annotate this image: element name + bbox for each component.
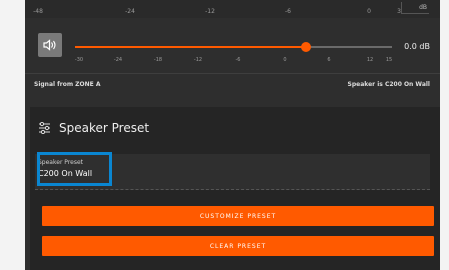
customize-preset-button[interactable]: CUSTOMIZE PRESET	[42, 206, 434, 226]
clear-preset-button[interactable]: CLEAR PRESET	[42, 236, 434, 256]
sliders-icon	[39, 122, 50, 134]
speaker-icon	[43, 39, 56, 51]
meter-tick: 0	[367, 8, 371, 15]
meter-unit: dB	[401, 2, 429, 14]
slider-tick: 12	[366, 57, 374, 63]
speaker-preset-card: Speaker Preset Speaker Preset C200 On Wa…	[30, 107, 440, 270]
meter-tick: -12	[205, 8, 215, 15]
speaker-status: Speaker is C200 On Wall	[347, 81, 430, 88]
preset-title: Speaker Preset	[59, 121, 150, 135]
meter-scale: -48 -24 -12 -6 0 3	[25, 0, 440, 18]
slider-tick: -6	[235, 57, 241, 63]
zone-panel: -48 -24 -12 -6 0 3 dB -30 -24 -18 -12 -6…	[25, 0, 440, 270]
mute-button[interactable]	[38, 33, 62, 57]
meter-tick: -48	[33, 8, 43, 15]
slider-tick: -18	[153, 57, 163, 63]
slider-tick: 15	[385, 57, 393, 63]
volume-slider[interactable]	[75, 42, 392, 52]
selection-highlight	[37, 152, 112, 186]
slider-tick: 0	[283, 57, 287, 63]
level-meter: -48 -24 -12 -6 0 3 dB	[25, 0, 440, 18]
slider-tick: -30	[74, 57, 84, 63]
volume-value: 0.0 dB	[404, 42, 430, 51]
meter-tick: -6	[285, 8, 291, 15]
preset-header: Speaker Preset	[38, 121, 149, 135]
volume-slider-thumb[interactable]	[301, 42, 312, 52]
signal-source: Signal from ZONE A	[34, 81, 101, 88]
volume-slider-fill	[75, 46, 307, 48]
volume-row: -30 -24 -18 -12 -6 0 6 12 15 0.0 dB	[25, 27, 440, 67]
signal-info: Signal from ZONE A Speaker is C200 On Wa…	[25, 73, 440, 92]
meter-tick: -24	[125, 8, 135, 15]
slider-tick: 6	[327, 57, 331, 63]
slider-tick: -12	[193, 57, 203, 63]
slider-tick: -24	[113, 57, 123, 63]
